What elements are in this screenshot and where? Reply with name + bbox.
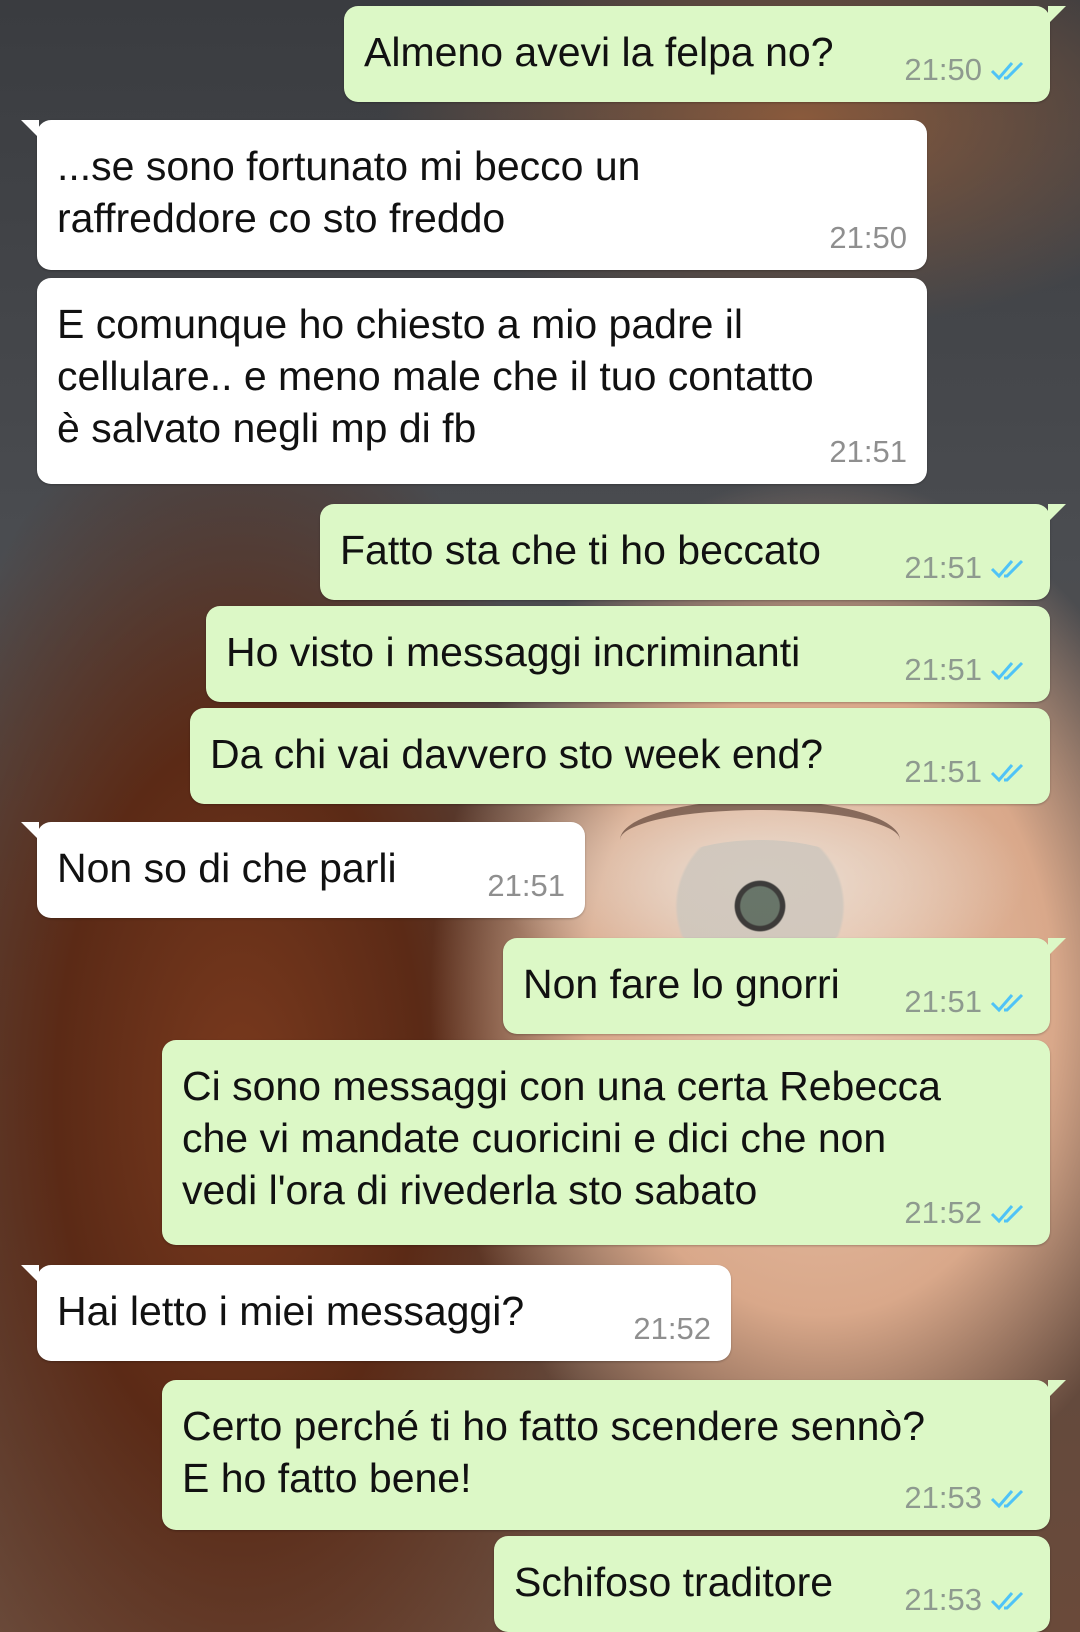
message-meta: 21:51 <box>829 434 907 470</box>
double-check-icon <box>990 993 1024 1013</box>
double-check-icon <box>990 559 1024 579</box>
message-text: E comunque ho chiesto a mio padre il cel… <box>57 301 814 451</box>
message-time: 21:52 <box>904 1195 982 1230</box>
message-time: 21:51 <box>487 868 565 903</box>
message-text: Hai letto i miei messaggi? <box>57 1288 525 1334</box>
message-outgoing[interactable]: Ho visto i messaggi incriminanti 21:51 <box>206 606 1050 702</box>
message-time: 21:51 <box>829 434 907 469</box>
double-check-icon <box>990 1204 1024 1224</box>
message-time: 21:52 <box>633 1311 711 1346</box>
double-check-icon <box>990 1591 1024 1611</box>
message-time: 21:53 <box>904 1582 982 1617</box>
message-meta: 21:51 <box>487 868 565 904</box>
message-outgoing[interactable]: Non fare lo gnorri 21:51 <box>503 938 1066 1034</box>
double-check-icon <box>990 661 1024 681</box>
message-outgoing[interactable]: Certo perché ti ho fatto scendere sennò?… <box>162 1380 1066 1530</box>
message-incoming[interactable]: E comunque ho chiesto a mio padre il cel… <box>37 278 927 484</box>
double-check-icon <box>990 763 1024 783</box>
conversation[interactable]: Almeno avevi la felpa no? 21:50 ...se so… <box>0 0 1080 1632</box>
message-meta: 21:51 <box>904 550 1030 586</box>
message-meta: 21:51 <box>904 984 1030 1020</box>
message-outgoing[interactable]: Da chi vai davvero sto week end? 21:51 <box>190 708 1050 804</box>
message-time: 21:53 <box>904 1480 982 1515</box>
message-outgoing[interactable]: Almeno avevi la felpa no? 21:50 <box>344 6 1066 102</box>
message-meta: 21:52 <box>904 1195 1030 1231</box>
message-time: 21:50 <box>904 52 982 87</box>
message-text: ...se sono fortunato mi becco un raffred… <box>57 143 641 241</box>
message-meta: 21:50 <box>829 220 907 256</box>
message-incoming[interactable]: ...se sono fortunato mi becco un raffred… <box>21 120 927 270</box>
message-time: 21:50 <box>829 220 907 255</box>
message-outgoing[interactable]: Schifoso traditore 21:53 <box>494 1536 1050 1632</box>
message-text: Certo perché ti ho fatto scendere sennò?… <box>182 1403 926 1501</box>
double-check-icon <box>990 61 1024 81</box>
message-meta: 21:53 <box>904 1480 1030 1516</box>
message-meta: 21:50 <box>904 52 1030 88</box>
message-meta: 21:52 <box>633 1311 711 1347</box>
message-meta: 21:51 <box>904 652 1030 688</box>
message-time: 21:51 <box>904 652 982 687</box>
message-meta: 21:51 <box>904 754 1030 790</box>
message-time: 21:51 <box>904 984 982 1019</box>
message-text: Ci sono messaggi con una certa Rebecca c… <box>182 1063 941 1213</box>
message-incoming[interactable]: Hai letto i miei messaggi? 21:52 <box>21 1265 731 1361</box>
message-time: 21:51 <box>904 754 982 789</box>
message-meta: 21:53 <box>904 1582 1030 1618</box>
double-check-icon <box>990 1489 1024 1509</box>
message-outgoing[interactable]: Fatto sta che ti ho beccato 21:51 <box>320 504 1066 600</box>
message-incoming[interactable]: Non so di che parli 21:51 <box>21 822 585 918</box>
message-time: 21:51 <box>904 550 982 585</box>
message-outgoing[interactable]: Ci sono messaggi con una certa Rebecca c… <box>162 1040 1050 1245</box>
